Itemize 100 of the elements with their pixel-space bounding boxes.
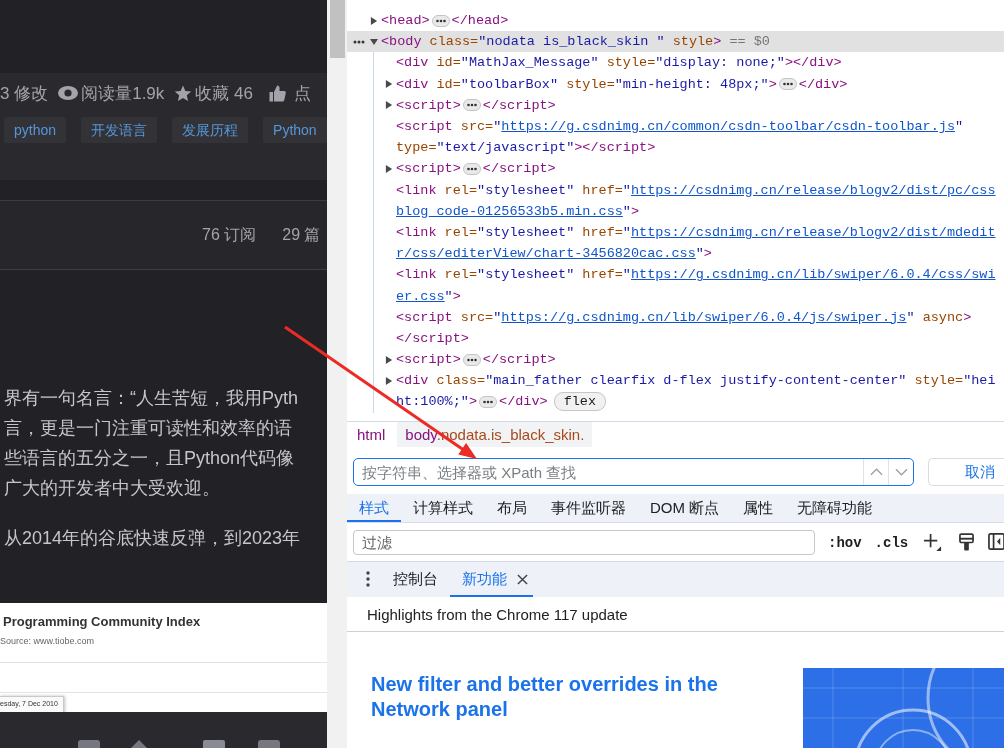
disclosure-triangle-icon[interactable] (370, 37, 378, 46)
filter-field[interactable]: 过滤 (353, 530, 815, 555)
node-markup: <script src="https://g.csdnimg.cn/lib/swiper/6.0.4/js/swiper.js" async> (396, 308, 972, 326)
drawer-tab[interactable]: 控制台 (381, 562, 450, 597)
disclosure-triangle-icon[interactable] (385, 80, 393, 89)
paragraph-line: 界有一句名言：“人生苦短，我用Pyth (3, 387, 299, 410)
tag-chip[interactable]: 发展历程 (172, 117, 249, 143)
panel-tab[interactable]: 事件监听器 (539, 494, 638, 522)
brush-icon[interactable] (959, 533, 975, 551)
ellipsis-button[interactable] (479, 395, 498, 408)
node-markup: <link rel="stylesheet" href="https://csdnimg.cn/release/blogv2/dist/mdedit (396, 223, 996, 241)
paragraph-line: 广大的开发者中大受欢迎。 (3, 477, 221, 500)
disclosure-triangle-icon[interactable] (385, 164, 393, 173)
node-markup: </script> (482, 160, 556, 178)
square-icon (203, 740, 225, 748)
dom-node[interactable]: <div id="MathJax_Message" style="display: none;"></div> (374, 52, 1004, 74)
dom-node[interactable]: <div class="main_father clearfix d-flex justify-content-center" style="hei ht:100%;"> </div> flex (374, 370, 1004, 413)
url-link[interactable]: https://csdnimg.cn/release/blogv2/dist/mdedit (630, 224, 996, 240)
article-meta-text: 点 (293, 82, 311, 105)
url-link[interactable]: https://g.csdnimg.cn/lib/swiper/6.0.4/js/swiper.js (501, 309, 907, 325)
whats-new-banner: Highlights from the Chrome 117 update (347, 597, 1004, 632)
ellipsis-button[interactable] (431, 14, 450, 27)
panel-tab[interactable]: 无障碍功能 (785, 494, 885, 522)
node-markup: type="text/javascript"></script> (396, 139, 656, 157)
flex-badge[interactable]: flex (553, 392, 607, 412)
panel-tab[interactable]: DOM 断点 (638, 494, 732, 522)
node-markup: <link rel="stylesheet" href="https://csdnimg.cn/release/blogv2/dist/pc/css (396, 181, 996, 199)
dom-node[interactable]: <div id="toolbarBox" style="min-height: 48px;"> </div> (374, 73, 1004, 95)
disclosure-triangle-icon[interactable] (385, 355, 393, 364)
url-link[interactable]: er.css (396, 288, 445, 304)
feature-headline[interactable]: New filter and better overrides in the Network panel (371, 672, 751, 722)
triangle-icon (130, 740, 148, 748)
tag-chip[interactable]: 开发语言 (81, 117, 158, 143)
column-stat: 29 篇 (282, 224, 321, 245)
chevron-up-icon (869, 468, 883, 476)
node-markup: </div> (798, 75, 848, 93)
close-icon[interactable] (517, 574, 528, 585)
node-markup: <body class="nodata is_black_skin " style> == $0 (381, 33, 770, 51)
dom-node[interactable]: <link rel="stylesheet" href="https://g.csdnimg.cn/lib/swiper/6.0.4/css/swi er.css"> (374, 264, 1004, 307)
dom-node[interactable]: <script src="https://g.csdnimg.cn/common/csdn-toolbar/csdn-toolbar.js" type="text/javascript"></script> (374, 115, 1004, 159)
chart-source: Source: www.tiobe.com (0, 635, 96, 647)
more-icon[interactable] (366, 571, 370, 587)
node-markup: <script> (396, 96, 461, 114)
node-markup: r/css/editerView/chart-3456820cac.css"> (396, 245, 712, 263)
tag-chip[interactable]: python (4, 117, 67, 143)
node-markup: er.css"> (396, 287, 461, 305)
node-markup: </head> (451, 12, 509, 30)
disclosure-triangle-icon[interactable] (385, 101, 393, 110)
url-link[interactable]: https://g.csdnimg.cn/lib/swiper/6.0.4/css/swi (630, 267, 996, 283)
node-markup: <head> (381, 12, 430, 30)
drawer-tab-label[interactable]: 新功能 (462, 570, 507, 589)
node-markup: </script> (482, 351, 556, 369)
paragraph-line: 些语言的五分之一，且Python代码像 (3, 447, 296, 470)
dom-node[interactable]: <body class="nodata is_black_skin " style> == $0 (347, 31, 1004, 53)
dom-node[interactable]: <link rel="stylesheet" href="https://csdnimg.cn/release/blogv2/dist/pc/css blog_code-01256533b5.min.css"> (374, 179, 1004, 222)
node-markup: </div> (499, 393, 548, 411)
panel-tab[interactable]: 计算样式 (401, 494, 485, 522)
state-toggle-button[interactable]: :hov (828, 530, 862, 555)
thumbs-up-icon (268, 84, 286, 102)
article-meta-text: 阅读量1.9k (81, 82, 165, 105)
node-markup: </script> (482, 96, 556, 114)
dom-node[interactable]: <script> </script> (374, 158, 1004, 180)
url-link[interactable]: blog_code-01256533b5.min.css (396, 203, 623, 219)
chart-title: Programming Community Index (2, 614, 202, 630)
eye-icon (58, 86, 79, 100)
ellipsis-button[interactable] (462, 353, 481, 366)
disclosure-triangle-icon[interactable] (385, 376, 393, 385)
paragraph-line: 言，更是一门注重可读性和效率的语 (3, 417, 293, 440)
ellipsis-button[interactable] (778, 78, 797, 91)
plus-icon[interactable] (923, 533, 943, 552)
node-markup: blog_code-01256533b5.min.css"> (396, 202, 640, 220)
cancel-button[interactable]: 取消 (928, 458, 1004, 486)
ellipsis-button[interactable] (462, 99, 481, 112)
node-markup: </script> (396, 329, 469, 347)
dom-node[interactable]: <script src="https://g.csdnimg.cn/lib/swiper/6.0.4/js/swiper.js" async> </script> (374, 306, 1004, 349)
chevron-down-icon (894, 468, 908, 476)
tag-chip[interactable]: Python (263, 117, 327, 143)
node-markup: <link rel="stylesheet" href="https://g.csdnimg.cn/lib/swiper/6.0.4/css/swi (396, 266, 996, 284)
panel-tab[interactable]: 布局 (485, 494, 539, 522)
url-link[interactable]: r/css/editerView/chart-3456820cac.css (396, 246, 696, 262)
sidebar-toggle-icon[interactable] (988, 533, 1004, 550)
drawer-tab[interactable]: 新功能 (450, 562, 533, 597)
url-link[interactable]: https://csdnimg.cn/release/blogv2/dist/pc/css (630, 182, 996, 198)
disclosure-triangle-icon[interactable] (370, 16, 378, 25)
more-options-icon[interactable] (353, 39, 365, 44)
dom-node[interactable]: <head> </head> (347, 10, 1004, 32)
breadcrumb-item[interactable]: html (347, 422, 396, 447)
panel-tab[interactable]: 样式 (347, 494, 401, 522)
ellipsis-button[interactable] (462, 162, 481, 175)
drawer-tab-label[interactable]: 控制台 (393, 570, 438, 589)
dom-node[interactable]: <script> </script> (374, 94, 1004, 116)
state-toggle-button[interactable]: .cls (874, 530, 909, 555)
paragraph-line: 从2014年的谷底快速反弹，到2023年 (3, 527, 302, 550)
node-markup: <script src="https://g.csdnimg.cn/common/csdn-toolbar/csdn-toolbar.js" (396, 118, 964, 136)
dom-node[interactable]: <script> </script> (374, 349, 1004, 371)
node-markup: <div class="main_father clearfix d-flex justify-content-center" style="hei (396, 372, 996, 390)
scrollbar-thumb[interactable] (330, 0, 345, 58)
panel-tab[interactable]: 属性 (731, 494, 786, 522)
url-link[interactable]: https://g.csdnimg.cn/common/csdn-toolbar/csdn-toolbar.js (501, 119, 956, 135)
dom-node[interactable]: <link rel="stylesheet" href="https://csdnimg.cn/release/blogv2/dist/mdedit r/css/editerView/chart-3456820cac.css"> (374, 221, 1004, 265)
